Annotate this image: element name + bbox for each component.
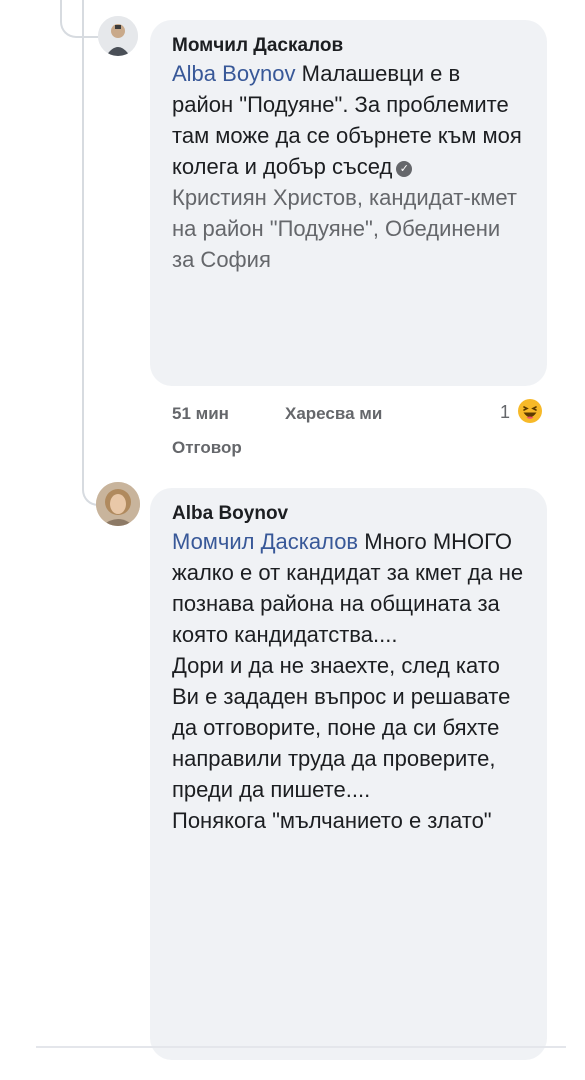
- comment-bubble: Момчил Даскалов Alba Boynov Малашевци е …: [150, 20, 547, 386]
- comment-bubble: Alba Boynov Момчил Даскалов Много МНОГО …: [150, 488, 547, 1060]
- like-button[interactable]: Харесва ми: [285, 404, 382, 424]
- avatar[interactable]: [96, 482, 140, 526]
- mention-link[interactable]: Момчил Даскалов: [172, 529, 358, 554]
- mention-link[interactable]: Кристиян Христов, кандидат-кмет на район…: [172, 185, 517, 272]
- avatar-image: [98, 16, 138, 56]
- verified-badge-icon: ✓: [396, 161, 413, 177]
- comment-text: Alba Boynov Малашевци е в район "Подуяне…: [172, 58, 525, 275]
- comment-author[interactable]: Момчил Даскалов: [172, 34, 525, 58]
- mention-link[interactable]: Alba Boynov: [172, 61, 296, 86]
- comment-body: Много МНОГО жалко е от кандидат за кмет …: [172, 529, 524, 833]
- avatar-image: [96, 482, 140, 526]
- reply-button[interactable]: Отговор: [172, 438, 242, 458]
- avatar[interactable]: [98, 16, 138, 56]
- reaction-count[interactable]: 1: [500, 402, 510, 423]
- thread-connector: [60, 0, 98, 38]
- comment-text: Момчил Даскалов Много МНОГО жалко е от к…: [172, 526, 525, 836]
- haha-emoji-icon[interactable]: [517, 398, 543, 424]
- divider: [36, 1046, 566, 1048]
- comment-author[interactable]: Alba Boynov: [172, 502, 525, 526]
- comment-timestamp[interactable]: 51 мин: [172, 404, 229, 424]
- thread-line: [82, 0, 84, 490]
